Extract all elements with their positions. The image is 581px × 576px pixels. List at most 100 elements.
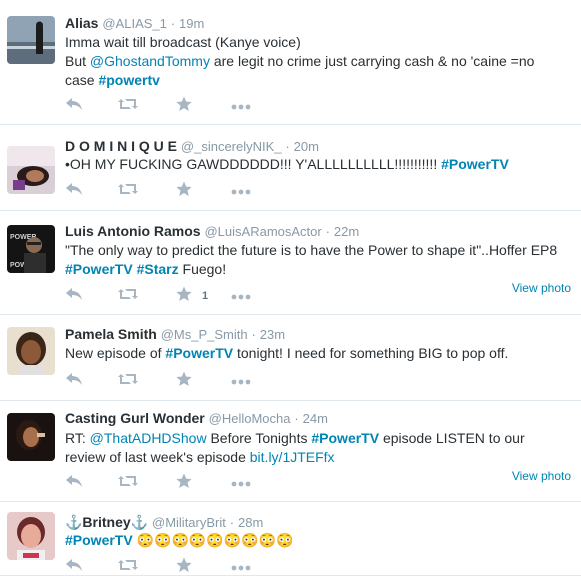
tweet-text-line: #PowerTV #Starz Fuego! [65,260,573,279]
reply-icon [65,182,83,201]
retweet-button[interactable] [117,97,139,115]
view-photo-link[interactable]: View photo [512,469,571,483]
separator-dot: · [294,411,299,426]
text-segment: tonight! I need for something BIG to pop… [233,345,509,361]
tweet-actions [65,96,305,117]
reply-button[interactable] [65,474,83,492]
tweet-timestamp[interactable]: 19m [179,16,204,31]
user-name[interactable]: D O M I N I Q U E [65,138,177,154]
favorite-button[interactable] [176,96,192,117]
user-handle[interactable]: @Ms_P_Smith [161,327,248,342]
hashtag-link[interactable]: #PowerTV [65,261,133,277]
star-icon [176,181,192,202]
reply-icon [65,97,83,116]
tweet-text-line: review of last week's episode bit.ly/1JT… [65,448,573,467]
user-name[interactable]: Luis Antonio Ramos [65,223,201,239]
separator-dot: · [229,515,235,530]
hashtag-link[interactable]: #PowerTV [441,156,509,172]
retweet-button[interactable] [117,558,139,576]
favorite-button[interactable] [176,371,192,392]
tweet-timestamp[interactable]: 28m [238,515,263,530]
text-segment: Imma wait till broadcast (Kanye voice) [65,34,301,50]
tweet-timestamp[interactable]: 23m [260,327,285,342]
tweet[interactable]: POWER POW Luis Antonio Ramos @LuisARamosAc… [0,211,581,315]
separator-dot: · [170,16,176,31]
tweet[interactable]: Alias @ALIAS_1 · 19m Imma wait till broad… [0,0,581,125]
user-name[interactable]: Pamela Smith [65,326,157,342]
user-handle[interactable]: @HelloMocha [209,411,291,426]
star-icon [176,96,192,117]
favorite-button[interactable] [176,181,192,202]
reply-button[interactable] [65,97,83,115]
hashtag-link[interactable]: #powertv [98,72,159,88]
reply-button[interactable] [65,372,83,390]
mention-link[interactable]: bit.ly/1JTEFfx [250,449,335,465]
favorite-button[interactable]: 1 [176,286,209,305]
more-dots-icon [231,287,251,305]
reply-button[interactable] [65,182,83,200]
favorite-button[interactable] [176,557,192,576]
tweet-text-line: But @GhostandTommy are legit no crime ju… [65,52,573,71]
tweet-timestamp[interactable]: 22m [334,224,359,239]
user-handle[interactable]: @MilitaryBrit [152,515,226,530]
more-button[interactable] [231,97,251,115]
text-segment: "The only way to predict the future is t… [65,242,558,258]
more-button[interactable] [231,558,251,576]
more-button[interactable] [231,372,251,390]
reply-button[interactable] [65,287,83,305]
mention-link[interactable]: @GhostandTommy [90,53,210,69]
tweet[interactable]: Casting Gurl Wonder @HelloMocha · 24m RT:… [0,401,581,502]
retweet-button[interactable] [117,474,139,492]
hashtag-link[interactable]: #PowerTV [165,345,233,361]
user-name[interactable]: Casting Gurl Wonder [65,410,205,426]
more-dots-icon [231,558,251,576]
user-handle[interactable]: @ALIAS_1 [102,16,167,31]
view-photo-link[interactable]: View photo [512,281,571,295]
favorite-count: 1 [202,290,209,302]
more-dots-icon [231,182,251,200]
hashtag-link[interactable]: #PowerTV [65,532,133,548]
user-handle[interactable]: @LuisARamosActor [204,224,321,239]
mention-link[interactable]: @ThatADHDShow [90,430,207,446]
tweet-timestamp[interactable]: 20m [294,139,319,154]
retweet-button[interactable] [117,182,139,200]
user-name[interactable]: Alias [65,15,98,31]
avatar[interactable] [7,16,55,64]
text-segment: But [65,53,90,69]
avatar[interactable] [7,512,55,560]
separator-dot: · [325,224,330,239]
tweet-header: Casting Gurl Wonder @HelloMocha · 24m [65,409,573,428]
tweet-timestamp[interactable]: 24m [303,411,328,426]
tweet-text: New episode of #PowerTV tonight! I need … [65,344,573,363]
avatar[interactable]: POWER POW [7,225,55,273]
tweet-header: Luis Antonio Ramos @LuisARamosActor · 22… [65,222,573,241]
avatar[interactable] [7,146,55,194]
reply-icon [65,287,83,306]
tweet[interactable]: Pamela Smith @Ms_P_Smith · 23m New episod… [0,315,581,401]
star-icon [176,371,192,392]
reply-button[interactable] [65,558,83,576]
more-button[interactable] [231,474,251,492]
retweet-button[interactable] [117,372,139,390]
hashtag-link[interactable]: #PowerTV [311,430,379,446]
more-dots-icon [231,97,251,115]
tweet-text-line: New episode of #PowerTV tonight! I need … [65,344,573,363]
user-name[interactable]: ⚓Britney⚓ [65,514,148,530]
separator-dot: · [285,139,290,154]
tweet[interactable]: D O M I N I Q U E @_sincerelyNIK_ · 20m •… [0,125,581,211]
hashtag-link[interactable]: #Starz [137,261,179,277]
retweet-button[interactable] [117,287,139,305]
tweet-header: ⚓Britney⚓ @MilitaryBrit · 28m [65,513,573,532]
text-segment: are legit no crime just carrying cash & … [209,53,535,69]
favorite-button[interactable] [176,473,192,492]
more-button[interactable] [231,287,251,305]
more-button[interactable] [231,182,251,200]
tweet-text-line: #PowerTV 😳😳😳😳😳😳😳😳😳 [65,531,573,550]
user-handle[interactable]: @_sincerelyNIK_ [181,139,282,154]
tweet-actions: 1 [65,286,305,307]
avatar[interactable] [7,413,55,461]
text-segment: RT: [65,430,90,446]
tweet[interactable]: ⚓Britney⚓ @MilitaryBrit · 28m #PowerTV 😳😳… [0,502,581,576]
avatar[interactable] [7,327,55,375]
tweet-text: RT: @ThatADHDShow Before Tonights #Power… [65,429,573,467]
